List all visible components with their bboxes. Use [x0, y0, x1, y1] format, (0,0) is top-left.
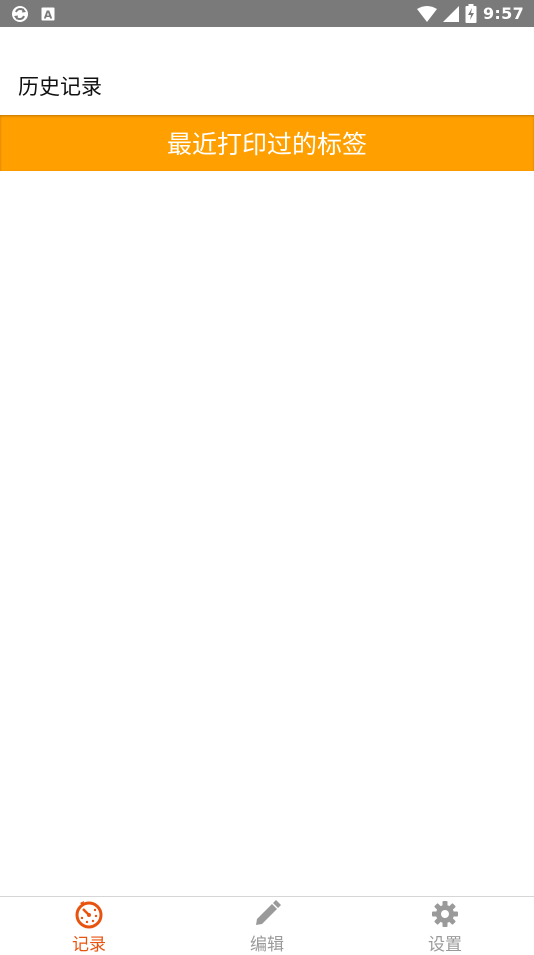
recent-labels-banner: 最近打印过的标签 [0, 115, 534, 171]
status-time: 9:57 [483, 4, 524, 23]
gear-icon [430, 899, 460, 929]
page-title: 历史记录 [18, 75, 102, 99]
banner-label: 最近打印过的标签 [166, 130, 367, 159]
notification-a-icon: A [41, 7, 55, 21]
nav-label-settings: 设置 [428, 935, 462, 955]
nav-item-edit[interactable]: 编辑 [178, 897, 356, 955]
battery-charging-icon [465, 4, 477, 23]
history-list[interactable] [0, 171, 534, 896]
history-icon [74, 899, 104, 929]
wifi-icon [417, 5, 437, 22]
status-left-icons: A [11, 4, 55, 23]
cellular-signal-icon [443, 5, 459, 22]
app-bar: 历史记录 [0, 27, 534, 115]
bottom-nav: 记录 编辑 设置 [0, 896, 534, 955]
nav-item-history[interactable]: 记录 [0, 897, 178, 955]
pencil-icon [252, 899, 282, 929]
nav-label-edit: 编辑 [250, 935, 284, 955]
status-right-icons: 9:57 [417, 4, 524, 23]
nav-item-settings[interactable]: 设置 [356, 897, 534, 955]
nav-label-history: 记录 [72, 935, 106, 955]
sync-icon [11, 5, 29, 23]
svg-text:A: A [44, 8, 53, 21]
status-bar: A 9:57 [0, 0, 534, 27]
